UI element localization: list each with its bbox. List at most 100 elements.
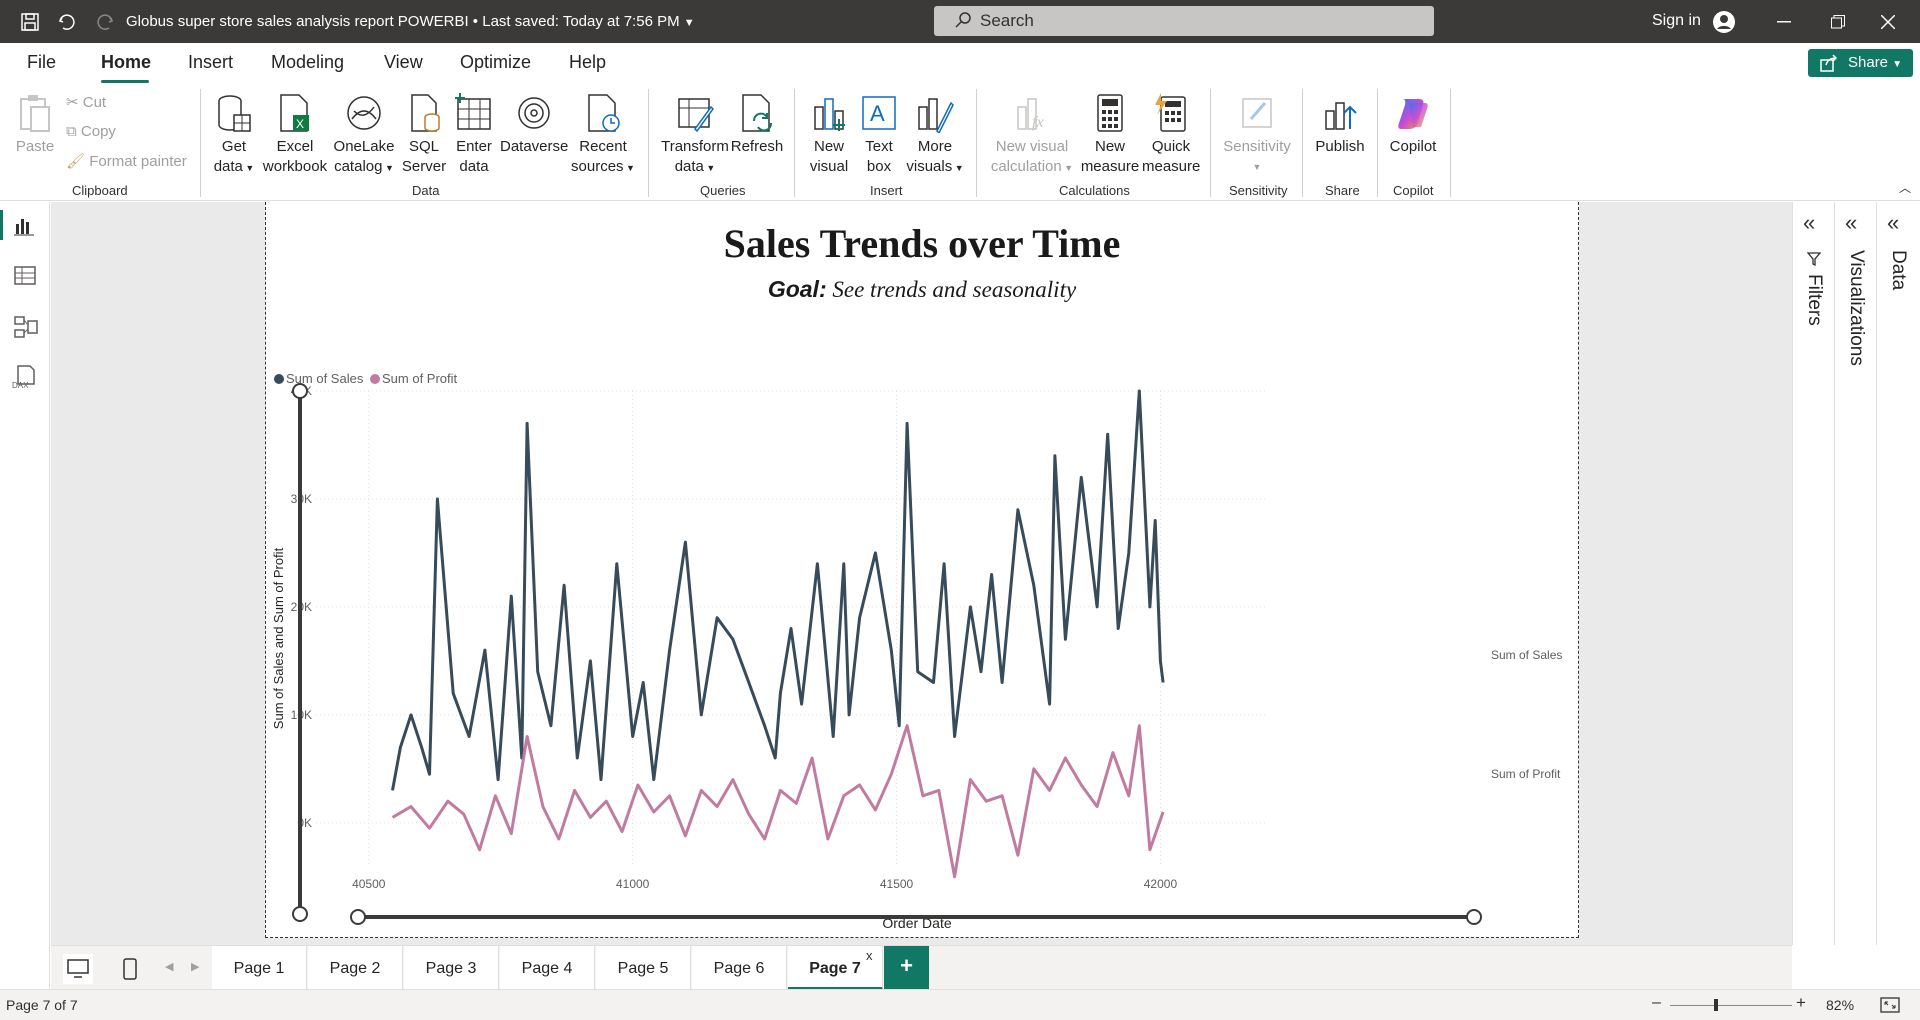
- document-title[interactable]: Globus super store sales analysis report…: [126, 13, 695, 30]
- sign-in-link[interactable]: Sign in: [1652, 12, 1701, 30]
- refresh-icon: [742, 94, 772, 132]
- paste-button[interactable]: Paste: [13, 93, 57, 157]
- series-line-sales: [391, 389, 1165, 791]
- model-view-icon[interactable]: [14, 315, 38, 344]
- y-axis-label: Sum of Sales and Sum of Profit: [271, 547, 286, 729]
- enter-data-button[interactable]: Enter data: [450, 93, 498, 177]
- account-icon[interactable]: [1712, 10, 1736, 34]
- expand-icon[interactable]: «: [1845, 210, 1857, 236]
- page-tab-6[interactable]: Page 6: [692, 946, 787, 990]
- report-page[interactable]: Sales Trends over Time Goal: See trends …: [265, 202, 1579, 938]
- filters-pane-collapsed[interactable]: « Filters: [1792, 202, 1832, 945]
- x-zoom-handle-left[interactable]: [350, 909, 366, 925]
- legend-marker-sales: [274, 374, 284, 384]
- restore-icon[interactable]: [1818, 8, 1858, 36]
- visualizations-label: Visualizations: [1846, 250, 1867, 366]
- transform-label-2: data: [674, 158, 704, 175]
- zoom-in-icon[interactable]: +: [1796, 993, 1806, 1013]
- x-zoom-handle-right[interactable]: [1466, 909, 1482, 925]
- tab-view[interactable]: View: [384, 52, 423, 73]
- new-visual-label-2: visual: [809, 158, 849, 175]
- cut-button[interactable]: ✂ Cut: [66, 93, 106, 113]
- ribbon-separator: [1210, 89, 1211, 197]
- dataverse-button[interactable]: Dataverse: [500, 93, 568, 157]
- expand-icon[interactable]: «: [1887, 210, 1899, 236]
- copilot-label: Copilot: [1389, 138, 1437, 155]
- visualizations-pane-collapsed[interactable]: « Visualizations: [1834, 202, 1874, 945]
- svg-text:fx: fx: [1032, 114, 1044, 131]
- copy-icon: ⧉: [66, 123, 81, 140]
- search-input[interactable]: Search: [934, 6, 1434, 36]
- tab-home[interactable]: Home: [101, 52, 151, 73]
- recent-label-2: sources: [571, 158, 624, 175]
- scissors-icon: ✂: [66, 94, 83, 111]
- publish-button[interactable]: Publish: [1310, 93, 1370, 157]
- new-visual-button[interactable]: New visual: [806, 93, 852, 177]
- ribbon-separator: [648, 89, 649, 197]
- copilot-button[interactable]: Copilot: [1384, 93, 1442, 157]
- share-group-label: Share: [1325, 183, 1360, 198]
- tab-insert[interactable]: Insert: [188, 52, 233, 73]
- data-label: Data: [1888, 250, 1909, 291]
- copy-button[interactable]: ⧉ Copy: [66, 122, 116, 142]
- share-button[interactable]: Share ▼: [1808, 49, 1913, 77]
- y-zoom-handle-top[interactable]: [292, 383, 308, 399]
- series-end-label: Sum of Sales: [1491, 648, 1562, 662]
- share-icon: [1820, 54, 1838, 76]
- page-tab-2[interactable]: Page 2: [308, 946, 403, 990]
- tab-file[interactable]: File: [27, 52, 56, 73]
- close-icon[interactable]: [1868, 8, 1908, 36]
- fit-to-page-icon[interactable]: [1880, 997, 1900, 1016]
- new-visual-calculation-button[interactable]: fx New visual calculation ▼: [986, 93, 1078, 178]
- undo-icon[interactable]: [55, 10, 79, 34]
- page-tab-4[interactable]: Page 4: [500, 946, 595, 990]
- more-visuals-icon: [918, 98, 954, 133]
- dax-query-view-icon[interactable]: DAX: [12, 364, 38, 395]
- sql-server-button[interactable]: SQL Server: [400, 93, 448, 177]
- transform-data-button[interactable]: Transform data ▼: [660, 93, 730, 178]
- page-tab-3[interactable]: Page 3: [404, 946, 499, 990]
- page-tab-5[interactable]: Page 5: [596, 946, 691, 990]
- text-box-button[interactable]: A Text box: [856, 93, 902, 177]
- minimize-icon[interactable]: [1764, 8, 1804, 36]
- excel-workbook-button[interactable]: X Excel workbook: [262, 93, 328, 177]
- expand-icon[interactable]: «: [1803, 210, 1815, 236]
- scroll-left-icon[interactable]: ◀: [165, 960, 173, 973]
- zoom-out-icon[interactable]: –: [1652, 994, 1661, 1012]
- mobile-layout-icon[interactable]: [123, 958, 137, 985]
- save-icon[interactable]: [18, 10, 42, 34]
- sensitivity-button[interactable]: Sensitivity ▼: [1218, 93, 1296, 177]
- page-tab-1[interactable]: Page 1: [212, 946, 307, 990]
- zoom-slider[interactable]: [1670, 999, 1792, 1011]
- chevron-down-icon: ▼: [382, 163, 394, 173]
- chevron-down-icon[interactable]: ▼: [684, 17, 695, 29]
- format-painter-button[interactable]: 🖌 Format painter: [66, 152, 187, 172]
- tab-optimize[interactable]: Optimize: [460, 52, 531, 73]
- calculations-group-label: Calculations: [1059, 183, 1130, 198]
- desktop-layout-icon[interactable]: [63, 954, 93, 984]
- new-measure-button[interactable]: New measure: [1080, 93, 1140, 177]
- more-visuals-button[interactable]: More visuals ▼: [904, 93, 966, 178]
- collapse-ribbon-icon[interactable]: ︿: [1899, 179, 1911, 196]
- onelake-catalog-button[interactable]: OneLake catalog ▼: [332, 93, 396, 178]
- y-zoom-handle-bottom[interactable]: [292, 906, 308, 922]
- scroll-right-icon[interactable]: ▶: [191, 960, 199, 973]
- status-bar: Page 7 of 7 – + 82%: [0, 989, 1920, 1020]
- report-view-icon[interactable]: [14, 216, 34, 241]
- data-pane-collapsed[interactable]: « Data: [1876, 202, 1916, 945]
- close-tab-icon[interactable]: x: [866, 948, 873, 963]
- get-data-label-1: Get: [221, 138, 247, 155]
- zoom-slider-thumb[interactable]: [1714, 999, 1718, 1011]
- get-data-button[interactable]: Get data ▼: [208, 93, 260, 178]
- table-view-icon[interactable]: [14, 266, 36, 291]
- recent-sources-button[interactable]: Recent sources ▼: [570, 93, 636, 178]
- quick-measure-button[interactable]: Quick measure: [1142, 93, 1200, 177]
- redo-icon[interactable]: [93, 10, 117, 34]
- excel-icon: X: [280, 94, 309, 132]
- tab-help[interactable]: Help: [569, 52, 606, 73]
- add-page-button[interactable]: +: [884, 946, 929, 990]
- line-chart[interactable]: Sum of Sales and Sum of Profit by Order …: [266, 354, 1578, 934]
- tab-modeling[interactable]: Modeling: [271, 52, 344, 73]
- refresh-button[interactable]: Refresh: [730, 93, 784, 157]
- excel-label-1: Excel: [276, 138, 314, 155]
